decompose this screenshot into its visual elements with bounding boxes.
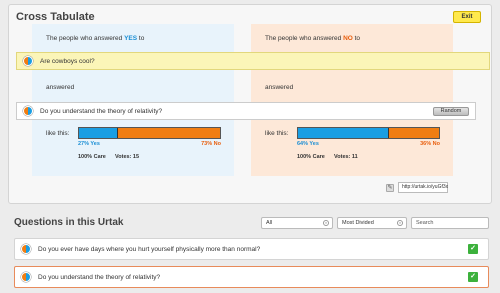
- questions-section-title: Questions in this Urtak: [14, 217, 124, 228]
- yes-column: The people who answered YES to answered …: [32, 24, 234, 176]
- search-placeholder: Search: [416, 220, 434, 226]
- no-percentage: 36% No: [420, 141, 440, 147]
- list-item[interactable]: Do you understand the theory of relativi…: [14, 266, 489, 288]
- heading-prefix: The people who answered: [265, 35, 342, 42]
- yes-bar-fill: [79, 128, 118, 138]
- yes-bar-fill: [298, 128, 389, 138]
- share-link: ✎ http://urtak.io/yuGf3x: [386, 182, 448, 193]
- yes-percentage: 64% Yes: [297, 141, 319, 147]
- urtak-pie-icon: [23, 56, 33, 66]
- votes-count: Votes: 15: [115, 154, 140, 160]
- checkmark-icon[interactable]: ✓: [468, 272, 478, 282]
- no-highlight: NO: [343, 35, 353, 42]
- urtak-pie-icon: [21, 272, 31, 282]
- panel-title: Cross Tabulate: [16, 11, 95, 23]
- heading-prefix: The people who answered: [46, 35, 123, 42]
- search-input[interactable]: Search: [411, 217, 489, 229]
- sort-value: Most Divided: [342, 220, 374, 226]
- filter-select-all[interactable]: All ×: [261, 217, 333, 229]
- filter-question-row[interactable]: Are cowboys cool?: [16, 52, 490, 70]
- no-column: The people who answered NO to answered l…: [251, 24, 453, 176]
- answered-label: answered: [265, 84, 294, 91]
- like-this-label: like this:: [265, 130, 289, 137]
- list-item-text: Do you understand the theory of relativi…: [38, 273, 161, 281]
- votes-count: Votes: 11: [334, 154, 358, 160]
- yes-highlight: YES: [124, 35, 138, 42]
- clear-icon[interactable]: ×: [323, 220, 329, 226]
- list-item-text: Do you ever have days where you hurt you…: [38, 245, 261, 253]
- heading-suffix: to: [138, 35, 145, 42]
- random-button[interactable]: Random: [433, 106, 469, 116]
- filter-question-text: Are cowboys cool?: [40, 57, 95, 65]
- share-url-field[interactable]: http://urtak.io/yuGf3x: [398, 182, 448, 193]
- edit-pencil-icon[interactable]: ✎: [386, 183, 394, 192]
- heading-suffix: to: [354, 35, 361, 42]
- no-percentage: 73% No: [201, 141, 221, 147]
- urtak-pie-icon: [21, 244, 31, 254]
- no-column-heading: The people who answered NO to: [265, 35, 360, 42]
- clear-icon[interactable]: ×: [397, 220, 403, 226]
- care-percentage: 100% Care: [78, 154, 106, 160]
- yes-percentage: 27% Yes: [78, 141, 100, 147]
- yes-no-bar: [297, 127, 440, 139]
- exit-button[interactable]: Exit: [453, 11, 481, 23]
- no-bar-fill: [388, 128, 439, 138]
- no-bar-fill: [117, 128, 220, 138]
- main-question-row[interactable]: Do you understand the theory of relativi…: [16, 102, 476, 120]
- urtak-pie-icon: [23, 106, 33, 116]
- care-percentage: 100% Care: [297, 154, 325, 160]
- main-question-text: Do you understand the theory of relativi…: [40, 107, 163, 115]
- answered-label: answered: [46, 84, 75, 91]
- yes-no-bar: [78, 127, 221, 139]
- sort-select[interactable]: Most Divided ×: [337, 217, 407, 229]
- filter-all-value: All: [266, 220, 273, 226]
- like-this-label: like this:: [46, 130, 70, 137]
- list-item[interactable]: Do you ever have days where you hurt you…: [14, 238, 489, 260]
- yes-column-heading: The people who answered YES to: [46, 35, 144, 42]
- checkmark-icon[interactable]: ✓: [468, 244, 478, 254]
